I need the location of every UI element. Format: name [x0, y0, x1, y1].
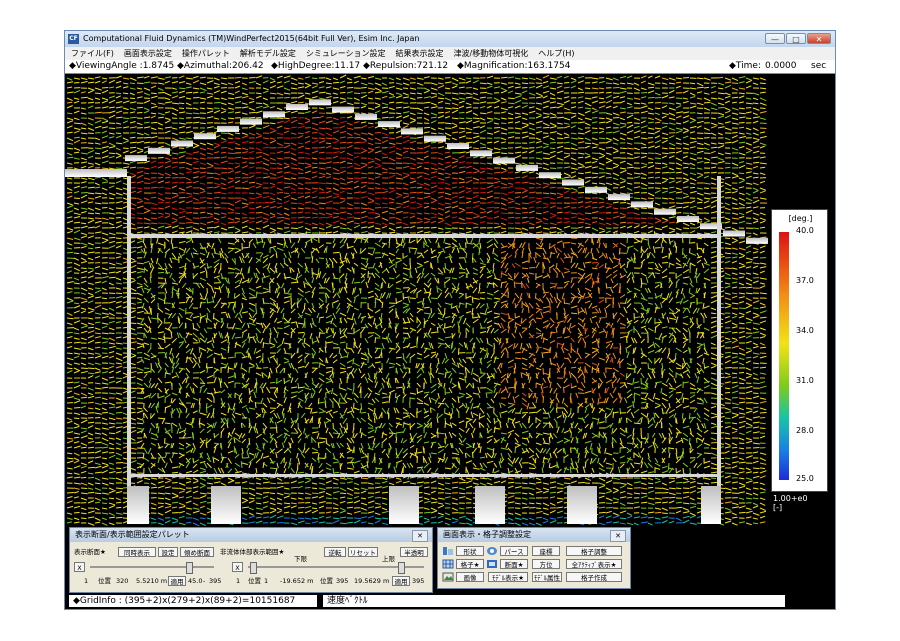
vector-scale-value: 1.00+e0	[773, 494, 808, 503]
range-max: 395	[412, 577, 425, 585]
image-button[interactable]: 画像	[456, 572, 484, 582]
scale-tick: 40.0	[796, 226, 814, 235]
range-slider[interactable]	[248, 562, 424, 574]
status-bar: ◆GridInfo : (395+2)x(279+2)x(89+2)=10151…	[65, 593, 835, 609]
apply-button-2[interactable]: 適用	[392, 576, 410, 586]
azimuthal-readout: ◆Azimuthal:206.42	[177, 61, 264, 71]
upper-limit-label: 上限	[382, 555, 395, 563]
create-grid-button[interactable]: 格子作成	[566, 572, 622, 582]
model-attributes-button[interactable]: ﾓﾃﾞﾙ属性	[532, 572, 562, 582]
position-label: 位置	[98, 577, 111, 585]
menu-item[interactable]: 操作パレット	[182, 49, 230, 58]
color-scale-bar	[779, 232, 789, 480]
menu-item[interactable]: ファイル(F)	[71, 49, 114, 58]
menu-item[interactable]: ヘルプ(H)	[538, 49, 574, 58]
grid-info: ◆GridInfo : (395+2)x(279+2)x(89+2)=10151…	[69, 595, 317, 607]
section-slider-thumb[interactable]	[186, 562, 193, 574]
scale-tick: 28.0	[796, 426, 814, 435]
menu-item[interactable]: 津波/移動物体可視化	[454, 49, 529, 58]
shape-icon	[443, 547, 453, 555]
palette-close-button[interactable]: ✕	[412, 530, 428, 542]
repulsion-readout: ◆Repulsion:721.12	[363, 61, 449, 71]
shape-button[interactable]: 形状	[456, 546, 484, 556]
translucent-button[interactable]: 半透明	[400, 547, 428, 557]
window-title: Computational Fluid Dynamics (TM)WindPer…	[83, 34, 420, 43]
position-coordinate: 5.5210 m	[136, 577, 168, 585]
color-scale-legend: [deg.] 40.0 37.0 34.0 31.0 28.0 25.0	[771, 209, 828, 492]
lower-position-value[interactable]: 1	[264, 576, 268, 586]
range-min: 1	[236, 577, 241, 585]
perspective-icon	[487, 547, 497, 555]
time-value: 0.0000	[765, 61, 797, 71]
section-range-separator: -	[203, 577, 206, 585]
range-slider-lower-thumb[interactable]	[250, 562, 257, 574]
scale-tick: 37.0	[796, 276, 814, 285]
scale-tick: 31.0	[796, 376, 814, 385]
minimize-button[interactable]: —	[765, 33, 785, 44]
section-slider[interactable]	[90, 562, 214, 574]
menu-item[interactable]: 解析モデル設定	[240, 49, 296, 58]
scale-tick: 34.0	[796, 326, 814, 335]
display-grid-palette[interactable]: 画面表示・格子調整設定 ✕ 形状 パース 座標 格子調整 格子★ 断面★ 方位 …	[437, 527, 631, 589]
grid-adjust-button[interactable]: 格子調整	[566, 546, 622, 556]
maximize-button[interactable]: □	[786, 33, 806, 44]
viewing-angle-readout: ◆ViewingAngle :1.8745	[69, 61, 175, 71]
title-bar[interactable]: CF Computational Fluid Dynamics (TM)Wind…	[65, 31, 835, 47]
high-degree-readout: ◆HighDegree:11.17	[271, 61, 361, 71]
upper-position-value[interactable]: 395	[336, 576, 348, 586]
palette-close-button[interactable]: ✕	[610, 530, 626, 542]
reset-button[interactable]: リセット	[348, 547, 378, 557]
non-fluid-range-label: 非流体体部表示範囲★	[220, 548, 285, 556]
upper-position-coordinate: 19.5629 m	[354, 577, 390, 585]
section-icon	[487, 560, 497, 568]
palette-title[interactable]: 表示断面/表示範囲設定パレット	[70, 528, 432, 542]
lower-limit-label: 下限	[294, 555, 307, 563]
close-button[interactable]: ✕	[807, 33, 831, 44]
vector-scale-unit: [-]	[773, 503, 783, 512]
show-all-active-button[interactable]: 全ｱｸﾃｨﾌﾞ表示★	[566, 559, 622, 569]
magnification-readout: ◆Magnification:163.1754	[457, 61, 571, 71]
velocity-vector-field[interactable]	[65, 74, 835, 549]
section-toggle-button[interactable]: 断面★	[500, 559, 528, 569]
grid-icon	[442, 559, 454, 569]
scale-unit: [deg.]	[788, 214, 813, 223]
model-display-button[interactable]: ﾓﾃﾞﾙ表示★	[488, 572, 528, 582]
axis-x-button[interactable]: X	[74, 562, 85, 572]
menu-item[interactable]: シミュレーション設定	[306, 49, 386, 58]
menu-item[interactable]: 画面表示設定	[124, 49, 172, 58]
menu-bar: ファイル(F) 画面表示設定 操作パレット 解析モデル設定 シミュレーション設定 結果表示…	[65, 47, 835, 60]
scale-tick: 25.0	[796, 474, 814, 483]
lower-position-label: 位置	[248, 577, 261, 585]
lower-position-coordinate: -19.652 m	[280, 577, 314, 585]
oblique-section-button[interactable]: 傾め断面	[180, 547, 214, 557]
display-section-label: 表示断面★	[74, 548, 106, 556]
range-slider-upper-thumb[interactable]	[398, 562, 405, 574]
position-value[interactable]: 320	[116, 576, 128, 586]
display-mode: 速度ﾍﾞｸﾄﾙ	[323, 595, 785, 607]
vector-scale-legend: 1.00+e0 [-]	[773, 494, 833, 512]
section-min: 1	[84, 577, 89, 585]
time-unit: sec	[811, 61, 827, 71]
angle-value[interactable]: 45.0	[188, 576, 202, 586]
apply-button[interactable]: 適用	[168, 576, 186, 586]
section-range-palette[interactable]: 表示断面/表示範囲設定パレット ✕ 表示断面★ 同時表示 設定 傾め断面 非流体…	[69, 527, 433, 593]
grid-toggle-button[interactable]: 格子★	[456, 559, 484, 569]
simultaneous-display-button[interactable]: 同時表示	[118, 547, 156, 557]
view-info-bar: ◆ViewingAngle :1.8745 ◆Azimuthal:206.42 …	[65, 60, 835, 74]
image-icon	[442, 572, 454, 582]
reverse-button[interactable]: 逆転	[324, 547, 346, 557]
axis-x-button-2[interactable]: X	[232, 562, 243, 572]
app-icon: CF	[68, 34, 79, 44]
section-settings-button[interactable]: 設定	[158, 547, 178, 557]
palette-title[interactable]: 画面表示・格子調整設定	[438, 528, 630, 542]
orientation-button[interactable]: 方位	[532, 559, 560, 569]
coordinates-button[interactable]: 座標	[532, 546, 560, 556]
section-max: 395	[209, 577, 222, 585]
menu-item[interactable]: 結果表示設定	[396, 49, 444, 58]
simulation-viewport[interactable]: [deg.] 40.0 37.0 34.0 31.0 28.0 25.0 1.0…	[65, 74, 835, 549]
perspective-button[interactable]: パース	[500, 546, 528, 556]
time-label: ◆Time:	[729, 61, 761, 71]
upper-position-label: 位置	[320, 577, 333, 585]
application-window: CF Computational Fluid Dynamics (TM)Wind…	[64, 30, 836, 610]
